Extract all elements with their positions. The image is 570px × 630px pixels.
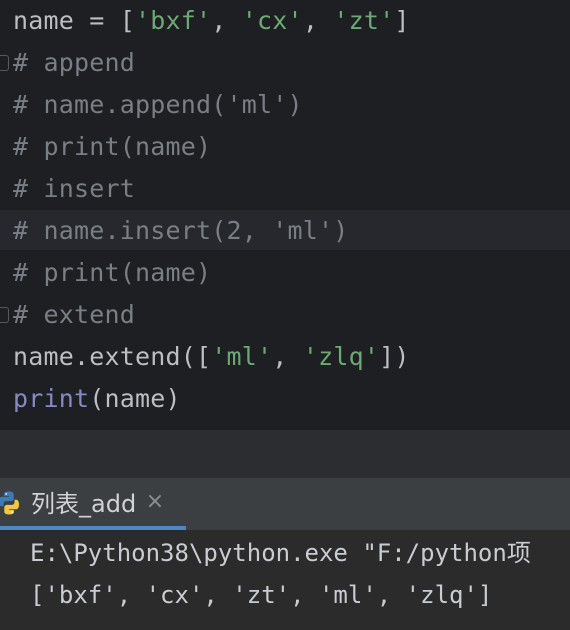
code-token: , (272, 342, 303, 371)
code-line: name = ['bxf', 'cx', 'zt'] (13, 0, 410, 42)
code-token: name.extend([ (13, 342, 212, 371)
python-icon (0, 491, 19, 515)
code-line: # extend (13, 294, 135, 336)
code-line: print(name) (13, 378, 181, 420)
code-token: # name.insert(2, 'ml') (13, 216, 349, 245)
code-line: # insert (13, 168, 135, 210)
code-editor[interactable]: name = ['bxf', 'cx', 'zt'] # append # name… (0, 0, 570, 430)
code-token: # print(name) (13, 132, 212, 161)
close-icon[interactable]: × (144, 491, 166, 513)
fold-marker-icon[interactable] (0, 307, 9, 323)
run-console-output[interactable]: E:\Python38\python.exe "F:/python项 ['bxf… (0, 530, 570, 630)
code-line: # print(name) (13, 252, 211, 294)
code-line: # name.insert(2, 'ml') (13, 210, 349, 252)
code-line: name.extend(['ml', 'zlq']) (13, 336, 410, 378)
code-token: # name.append('ml') (13, 90, 303, 119)
code-token: (name) (89, 384, 181, 413)
code-token: name = [ (13, 6, 136, 35)
code-token: # extend (13, 300, 136, 329)
code-token: , (211, 6, 242, 35)
code-line: # print(name) (13, 126, 211, 168)
run-tab[interactable]: 列表_add × (0, 478, 186, 530)
code-line: # name.append('ml') (13, 84, 303, 126)
code-line: # append (13, 42, 135, 84)
code-token: # append (13, 48, 136, 77)
code-token: , (302, 6, 334, 35)
console-line-command: E:\Python38\python.exe "F:/python项 (30, 539, 531, 567)
code-token: # print(name) (13, 258, 212, 287)
fold-marker-icon[interactable] (0, 55, 9, 71)
code-token: 'ml' (211, 342, 273, 371)
code-token: ] (394, 6, 410, 35)
code-token: 'cx' (241, 6, 303, 35)
run-tab-label: 列表_add (31, 490, 137, 518)
code-token: 'zt' (333, 6, 395, 35)
panel-divider[interactable] (0, 430, 570, 478)
code-token: print (13, 384, 90, 413)
code-token: ]) (379, 342, 410, 371)
code-token: # insert (13, 174, 136, 203)
code-token: 'bxf' (135, 6, 212, 35)
code-token: 'zlq' (302, 342, 380, 371)
console-line-result: ['bxf', 'cx', 'zt', 'ml', 'zlq'] (30, 581, 493, 609)
run-tool-window-tabbar: 列表_add × (0, 478, 570, 530)
